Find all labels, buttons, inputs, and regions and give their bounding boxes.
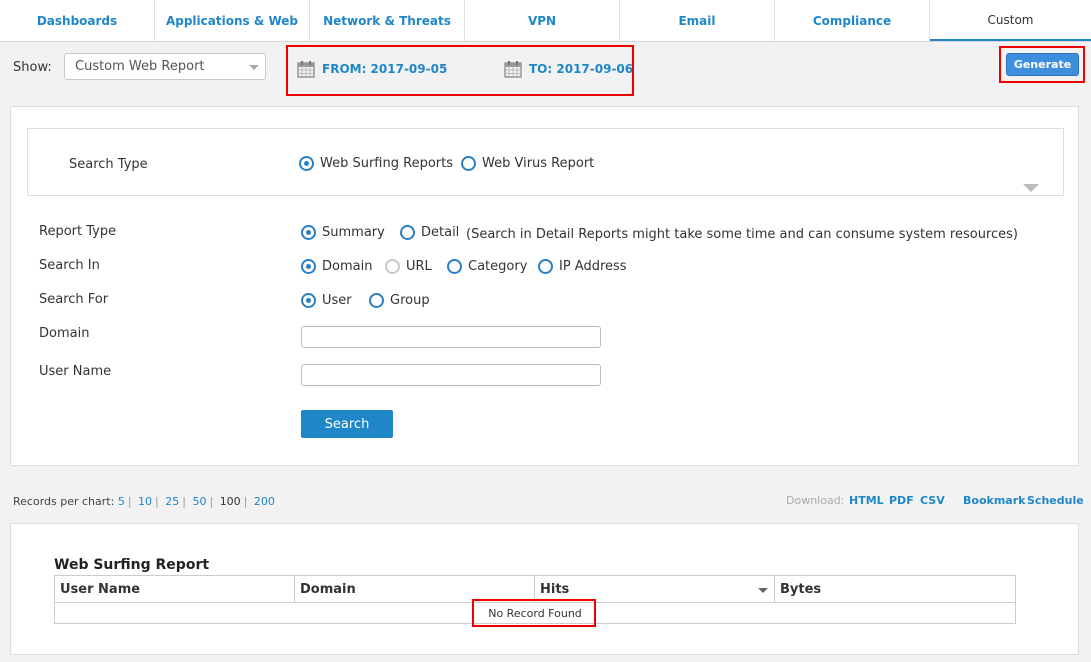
radio-label: Category (468, 259, 528, 274)
radio-detail[interactable]: Detail (400, 225, 459, 240)
radio-selected-icon (301, 293, 316, 308)
to-date[interactable]: TO: 2017-09-06 (504, 60, 633, 78)
radio-web-surfing[interactable]: Web Surfing Reports (299, 156, 453, 171)
radio-label: Domain (322, 259, 373, 274)
radio-category[interactable]: Category (447, 259, 527, 274)
report-select-value: Custom Web Report (75, 59, 205, 74)
radio-label: IP Address (559, 259, 627, 274)
column-bytes[interactable]: Bytes (774, 575, 1016, 603)
report-tabs: Dashboards Applications & Web Network & … (0, 0, 1091, 42)
records-option-25[interactable]: 25 (165, 495, 179, 508)
to-date-text: TO: 2017-09-06 (529, 62, 634, 76)
report-select[interactable]: Custom Web Report (64, 53, 266, 80)
radio-label: Web Virus Report (482, 156, 595, 171)
radio-selected-icon (299, 156, 314, 171)
radio-label: Detail (421, 225, 460, 240)
from-date[interactable]: FROM: 2017-09-05 (297, 60, 447, 78)
search-button[interactable]: Search (301, 410, 393, 438)
radio-user[interactable]: User (301, 293, 352, 308)
search-panel: Search Type Web Surfing Reports Web Viru… (10, 106, 1079, 466)
radio-icon (400, 225, 415, 240)
tab-vpn[interactable]: VPN (465, 0, 620, 41)
user-name-label: User Name (39, 364, 112, 379)
sort-desc-icon (758, 588, 768, 593)
tab-dashboards[interactable]: Dashboards (0, 0, 155, 41)
search-for-label: Search For (39, 292, 109, 307)
no-record-highlight (472, 599, 596, 627)
bookmark-link[interactable]: Bookmark (963, 494, 1025, 507)
records-option-100: 100 (219, 495, 241, 508)
collapse-triangle-icon[interactable] (1023, 184, 1039, 192)
search-type-label: Search Type (69, 157, 148, 172)
radio-group[interactable]: Group (369, 293, 430, 308)
tab-network-threats[interactable]: Network & Threats (310, 0, 465, 41)
records-per-chart: Records per chart: 5 | 10 | 25 | 50 | 100 | 2… (13, 495, 275, 508)
radio-selected-icon (301, 259, 316, 274)
radio-domain[interactable]: Domain (301, 259, 372, 274)
download-pdf-link[interactable]: PDF (889, 494, 914, 507)
radio-label: User (322, 293, 352, 308)
records-option-5[interactable]: 5 (118, 495, 125, 508)
radio-icon (461, 156, 476, 171)
report-panel: Web Surfing Report User Name Domain Hits… (10, 523, 1079, 655)
records-option-200[interactable]: 200 (254, 495, 275, 508)
domain-input[interactable] (301, 326, 601, 348)
tab-compliance[interactable]: Compliance (775, 0, 930, 41)
tab-applications-web[interactable]: Applications & Web (155, 0, 310, 41)
download-label: Download: (786, 494, 845, 507)
report-title: Web Surfing Report (54, 557, 210, 573)
show-label: Show: (13, 60, 52, 75)
detail-note: (Search in Detail Reports might take som… (466, 227, 1018, 242)
column-hits-label: Hits (540, 581, 570, 597)
radio-icon (447, 259, 462, 274)
radio-disabled-icon (385, 259, 400, 274)
calendar-icon (297, 61, 315, 78)
search-in-label: Search In (39, 258, 100, 273)
tab-custom[interactable]: Custom (930, 0, 1091, 41)
radio-summary[interactable]: Summary (301, 225, 385, 240)
generate-button[interactable]: Generate (1006, 53, 1079, 76)
records-option-50[interactable]: 50 (192, 495, 206, 508)
schedule-link[interactable]: Schedule (1027, 494, 1084, 507)
download-html-link[interactable]: HTML (849, 494, 884, 507)
user-name-input[interactable] (301, 364, 601, 386)
domain-label: Domain (39, 326, 90, 341)
records-option-10[interactable]: 10 (138, 495, 152, 508)
calendar-icon (504, 61, 522, 78)
tab-email[interactable]: Email (620, 0, 775, 41)
records-label: Records per chart: (13, 495, 115, 508)
report-type-label: Report Type (39, 224, 117, 239)
radio-label: URL (406, 259, 432, 274)
radio-label: Summary (322, 225, 385, 240)
from-date-text: FROM: 2017-09-05 (322, 62, 448, 76)
radio-selected-icon (301, 225, 316, 240)
radio-icon (538, 259, 553, 274)
download-csv-link[interactable]: CSV (920, 494, 945, 507)
radio-label: Group (390, 293, 430, 308)
radio-web-virus[interactable]: Web Virus Report (461, 156, 594, 171)
chevron-down-icon (249, 65, 259, 70)
search-type-section: Search Type Web Surfing Reports Web Viru… (27, 128, 1064, 196)
radio-icon (369, 293, 384, 308)
radio-url: URL (385, 259, 432, 274)
column-user-name[interactable]: User Name (54, 575, 295, 603)
radio-ip-address[interactable]: IP Address (538, 259, 627, 274)
radio-label: Web Surfing Reports (320, 156, 453, 171)
